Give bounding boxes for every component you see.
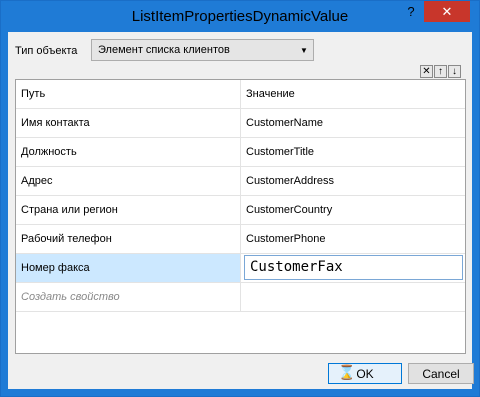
path-cell[interactable]: Имя контакта xyxy=(16,109,241,137)
value-cell[interactable]: CustomerName xyxy=(241,109,465,137)
table-row[interactable]: Должность CustomerTitle xyxy=(16,138,465,167)
cancel-button[interactable]: Cancel xyxy=(408,363,474,384)
chevron-down-icon[interactable]: ▼ xyxy=(295,40,313,60)
object-type-value: Элемент списка клиентов xyxy=(98,44,230,56)
value-cell[interactable]: CustomerCountry xyxy=(241,196,465,224)
title-bar[interactable]: ListItemPropertiesDynamicValue ? ✕ xyxy=(1,1,479,32)
close-button[interactable]: ✕ xyxy=(424,1,470,22)
path-cell[interactable]: Рабочий телефон xyxy=(16,225,241,253)
table-row[interactable]: Адрес CustomerAddress xyxy=(16,167,465,196)
help-button[interactable]: ? xyxy=(398,1,424,22)
value-cell[interactable]: CustomerPhone xyxy=(241,225,465,253)
properties-grid[interactable]: Путь Значение Имя контакта CustomerName … xyxy=(15,79,466,354)
table-row-selected[interactable]: Номер факса CustomerFax xyxy=(16,254,465,283)
help-icon: ? xyxy=(407,4,415,19)
object-type-label: Тип объекта xyxy=(15,45,78,57)
path-cell[interactable]: Должность xyxy=(16,138,241,166)
hourglass-icon: ⌛ xyxy=(338,364,356,380)
delete-icon: ✕ xyxy=(422,65,431,77)
arrow-down-icon: ↓ xyxy=(452,65,457,77)
object-type-select[interactable]: Элемент списка клиентов ▼ xyxy=(91,39,314,61)
delete-row-button[interactable]: ✕ xyxy=(420,65,433,78)
header-value: Значение xyxy=(246,88,295,100)
move-down-button[interactable]: ↓ xyxy=(448,65,461,78)
move-up-button[interactable]: ↑ xyxy=(434,65,447,78)
new-property-placeholder[interactable]: Создать свойство xyxy=(16,283,241,311)
table-row[interactable]: Страна или регион CustomerCountry xyxy=(16,196,465,225)
table-row[interactable]: Имя контакта CustomerName xyxy=(16,109,465,138)
window-title: ListItemPropertiesDynamicValue xyxy=(131,8,349,25)
arrow-up-icon: ↑ xyxy=(438,65,443,77)
path-cell[interactable]: Адрес xyxy=(16,167,241,195)
value-edit-field[interactable]: CustomerFax xyxy=(244,255,463,280)
path-cell[interactable]: Страна или регион xyxy=(16,196,241,224)
dialog-window: ListItemPropertiesDynamicValue ? ✕ Тип о… xyxy=(0,0,480,397)
grid-header-row: Путь Значение xyxy=(16,80,465,109)
dialog-body: Тип объекта Элемент списка клиентов ▼ ✕ … xyxy=(8,32,474,389)
table-row[interactable]: Рабочий телефон CustomerPhone xyxy=(16,225,465,254)
close-icon: ✕ xyxy=(441,3,453,19)
value-cell[interactable]: CustomerTitle xyxy=(241,138,465,166)
path-cell[interactable]: Номер факса xyxy=(16,254,241,282)
value-cell[interactable]: CustomerAddress xyxy=(241,167,465,195)
new-property-row[interactable]: Создать свойство xyxy=(16,283,465,312)
header-path: Путь xyxy=(16,80,241,108)
value-cell[interactable] xyxy=(241,283,465,311)
